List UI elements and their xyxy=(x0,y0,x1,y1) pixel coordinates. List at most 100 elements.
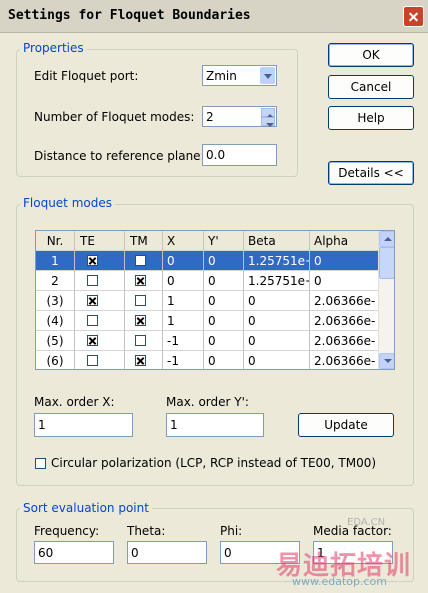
spin-down-icon[interactable] xyxy=(261,117,275,127)
cell-alpha: 2.06366e- xyxy=(310,311,380,331)
update-button[interactable]: Update xyxy=(298,413,394,437)
tm-checkbox[interactable] xyxy=(135,295,146,306)
column-header: TM xyxy=(125,231,163,251)
cell-te xyxy=(75,351,125,369)
cell-tm xyxy=(125,351,163,369)
cell-te xyxy=(75,271,125,291)
tm-checkbox[interactable] xyxy=(135,355,146,366)
te-checkbox[interactable] xyxy=(87,275,98,286)
max-order-x-label: Max. order X: xyxy=(34,395,115,409)
help-button[interactable]: Help xyxy=(328,106,414,130)
floquet-modes-table[interactable]: Nr. TE TM X Y' Beta Alpha 1 0 0 1.25751e+ 0 2… xyxy=(35,230,395,370)
cell-nr: (3) xyxy=(36,291,75,311)
scroll-up-icon[interactable] xyxy=(379,231,394,247)
tm-checkbox[interactable] xyxy=(135,255,146,266)
max-order-y-input[interactable]: 1 xyxy=(166,413,264,437)
cell-tm xyxy=(125,311,163,331)
edit-port-label: Edit Floquet port: xyxy=(34,69,139,83)
cell-y: 0 xyxy=(204,351,244,369)
num-modes-value: 2 xyxy=(206,109,214,124)
edit-port-select[interactable]: Zmin xyxy=(202,65,277,86)
theta-input[interactable]: 0 xyxy=(127,541,207,564)
theta-label: Theta: xyxy=(127,524,166,538)
table-row[interactable]: 2 0 0 1.25751e+ 0 xyxy=(36,271,380,291)
table-row[interactable]: 1 0 0 1.25751e+ 0 xyxy=(36,251,380,271)
max-order-x-input[interactable]: 1 xyxy=(34,413,133,437)
column-header: TE xyxy=(75,231,125,251)
cell-nr: 1 xyxy=(36,251,75,271)
cell-beta: 1.25751e+ xyxy=(244,271,310,291)
distance-input[interactable]: 0.0 xyxy=(202,144,277,166)
cell-beta: 1.25751e+ xyxy=(244,251,310,271)
scroll-thumb[interactable] xyxy=(379,247,394,279)
scroll-down-icon[interactable] xyxy=(379,353,394,369)
cell-nr: (4) xyxy=(36,311,75,331)
properties-legend: Properties xyxy=(20,41,87,55)
cell-alpha: 2.06366e- xyxy=(310,291,380,311)
cell-x: 0 xyxy=(163,251,204,271)
frequency-label: Frequency: xyxy=(34,524,100,538)
cell-beta: 0 xyxy=(244,331,310,351)
num-modes-stepper[interactable]: 2 xyxy=(202,106,277,127)
distance-label: Distance to reference plane: xyxy=(34,149,205,163)
window-title: Settings for Floquet Boundaries xyxy=(8,8,251,23)
cell-tm xyxy=(125,271,163,291)
ok-button[interactable]: OK xyxy=(328,43,414,67)
table-row[interactable]: (3) 1 0 0 2.06366e- xyxy=(36,291,380,311)
table-header: Nr. TE TM X Y' Beta Alpha xyxy=(36,231,380,252)
cancel-button[interactable]: Cancel xyxy=(328,75,414,99)
te-checkbox[interactable] xyxy=(87,295,98,306)
te-checkbox[interactable] xyxy=(87,355,98,366)
cell-alpha: 2.06366e- xyxy=(310,331,380,351)
cell-y: 0 xyxy=(204,311,244,331)
tm-checkbox[interactable] xyxy=(135,315,146,326)
tm-checkbox[interactable] xyxy=(135,275,146,286)
table-row[interactable]: (5) -1 0 0 2.06366e- xyxy=(36,331,380,351)
floquet-modes-legend: Floquet modes xyxy=(20,196,115,210)
spin-up-icon[interactable] xyxy=(261,108,275,118)
watermark-site: www.edatop.com xyxy=(292,575,387,588)
cell-beta: 0 xyxy=(244,311,310,331)
te-checkbox[interactable] xyxy=(87,315,98,326)
cell-nr: (6) xyxy=(36,351,75,369)
cell-x: -1 xyxy=(163,351,204,369)
cell-alpha: 0 xyxy=(310,271,380,291)
cell-x: 0 xyxy=(163,271,204,291)
column-header: Y' xyxy=(204,231,244,251)
cell-beta: 0 xyxy=(244,291,310,311)
table-row[interactable]: (6) -1 0 0 2.06366e- xyxy=(36,351,380,369)
chevron-down-icon[interactable] xyxy=(260,67,275,84)
cell-x: 1 xyxy=(163,311,204,331)
cell-te xyxy=(75,291,125,311)
cell-te xyxy=(75,251,125,271)
cell-nr: (5) xyxy=(36,331,75,351)
cell-y: 0 xyxy=(204,251,244,271)
close-icon[interactable] xyxy=(403,6,424,27)
circular-polarization-label: Circular polarization (LCP, RCP instead … xyxy=(51,456,377,470)
cell-te xyxy=(75,331,125,351)
edit-port-value: Zmin xyxy=(206,68,237,83)
table-row[interactable]: (4) 1 0 0 2.06366e- xyxy=(36,311,380,331)
column-header: Beta xyxy=(244,231,310,251)
cell-x: -1 xyxy=(163,331,204,351)
cell-nr: 2 xyxy=(36,271,75,291)
column-header: Alpha xyxy=(310,231,380,251)
frequency-input[interactable]: 60 xyxy=(34,541,114,564)
te-checkbox[interactable] xyxy=(87,255,98,266)
te-checkbox[interactable] xyxy=(87,335,98,346)
table-scrollbar[interactable] xyxy=(378,231,394,369)
cell-tm xyxy=(125,251,163,271)
cell-te xyxy=(75,311,125,331)
cell-y: 0 xyxy=(204,331,244,351)
details-button[interactable]: Details << xyxy=(328,161,414,185)
cell-tm xyxy=(125,291,163,311)
watermark-cn: EDA.CN xyxy=(347,517,386,528)
cell-beta: 0 xyxy=(244,351,310,369)
num-modes-label: Number of Floquet modes: xyxy=(34,110,195,124)
sort-evaluation-legend: Sort evaluation point xyxy=(20,501,152,515)
cell-y: 0 xyxy=(204,271,244,291)
cell-alpha: 2.06366e- xyxy=(310,351,380,369)
tm-checkbox[interactable] xyxy=(135,335,146,346)
circular-polarization-checkbox[interactable] xyxy=(35,458,46,469)
cell-y: 0 xyxy=(204,291,244,311)
